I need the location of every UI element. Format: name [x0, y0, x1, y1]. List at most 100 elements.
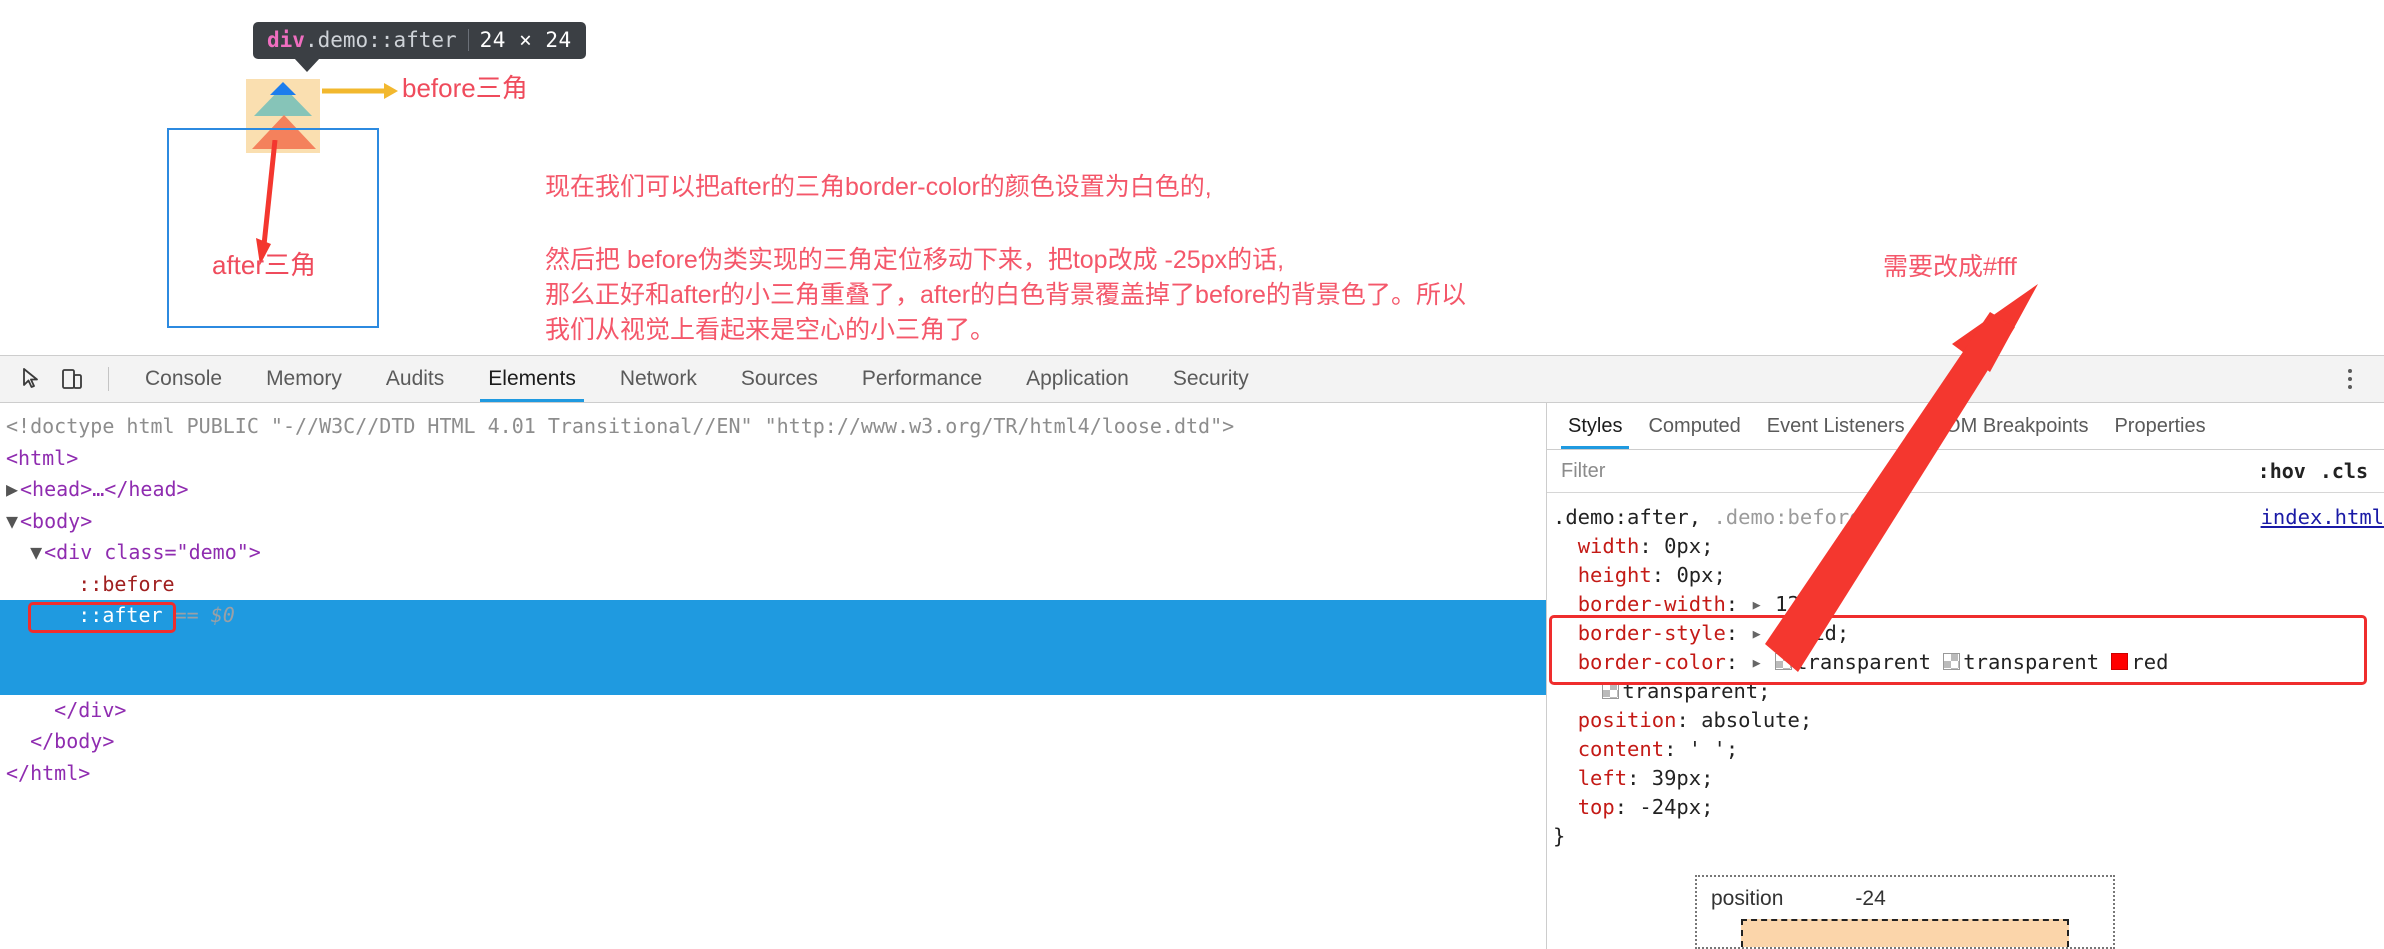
css-decl-content[interactable]: content: ' ';: [1547, 735, 2384, 764]
div-open-tag: <div class="demo">: [44, 540, 261, 564]
inspect-element-icon[interactable]: [14, 361, 50, 397]
val-border-style[interactable]: solid: [1775, 621, 1837, 645]
annotation-note-second: 然后把 before伪类实现的三角定位移动下来，把top改成 -25px的话, …: [545, 243, 1466, 348]
expand-border-color-icon[interactable]: ▸: [1750, 650, 1762, 674]
box-model-position-layer[interactable]: position -24: [1695, 875, 2115, 949]
selector-primary: .demo:after,: [1553, 505, 1702, 529]
tab-performance[interactable]: Performance: [840, 356, 1004, 402]
annotation-line-4: 我们从视觉上看起来是空心的小三角了。: [545, 316, 996, 344]
tab-application[interactable]: Application: [1004, 356, 1151, 402]
prop-left: left: [1577, 766, 1628, 790]
annotation-line-1: 现在我们可以把after的三角border-color的颜色设置为白色的,: [545, 173, 1212, 201]
expand-border-style-icon[interactable]: ▸: [1750, 621, 1762, 645]
tab-computed[interactable]: Computed: [1635, 403, 1753, 449]
css-decl-left[interactable]: left: 39px;: [1547, 764, 2384, 793]
devtools-toolbar: Console Memory Audits Elements Network S…: [0, 356, 2384, 403]
prop-top: top: [1577, 795, 1615, 819]
badge-dimensions: 24 × 24: [479, 27, 572, 52]
tab-event-listeners[interactable]: Event Listeners: [1754, 403, 1918, 449]
dom-line-head[interactable]: ▶<head>…</head>: [0, 474, 1546, 506]
dom-tree-pane[interactable]: <!doctype html PUBLIC "-//W3C//DTD HTML …: [0, 403, 1546, 949]
dom-line-body-open[interactable]: ▼<body>: [0, 506, 1546, 538]
prop-content: content: [1577, 737, 1665, 761]
toggle-cls-button[interactable]: .cls: [2320, 459, 2368, 483]
expand-border-width-icon[interactable]: ▸: [1750, 592, 1762, 616]
div-close-tag: </div>: [54, 697, 127, 722]
css-decl-border-color-cont[interactable]: transparent;: [1547, 677, 2384, 706]
dom-line-body-close[interactable]: </body>: [0, 726, 1546, 758]
css-decl-width[interactable]: width: 0px;: [1547, 532, 2384, 561]
val-border-color-bottom[interactable]: red: [2131, 650, 2168, 674]
css-rule-block: .demo:after, .demo:before { index.html w…: [1547, 493, 2384, 851]
prop-height: height: [1577, 563, 1652, 587]
dom-line-doctype: <!doctype html PUBLIC "-//W3C//DTD HTML …: [0, 411, 1546, 443]
tab-memory[interactable]: Memory: [244, 356, 364, 402]
tab-network[interactable]: Network: [598, 356, 719, 402]
color-swatch-transparent-left[interactable]: [1602, 682, 1620, 699]
device-toolbar-icon[interactable]: [54, 361, 90, 397]
tab-sources[interactable]: Sources: [719, 356, 840, 402]
prop-position: position: [1577, 708, 1677, 732]
val-position[interactable]: absolute: [1701, 708, 1800, 732]
css-selector-line[interactable]: .demo:after, .demo:before {: [1547, 503, 2384, 532]
chevron-right-icon[interactable]: ▶: [6, 474, 20, 506]
after-pseudo-node: ::after: [78, 603, 163, 627]
dom-line-html-close[interactable]: </html>: [0, 758, 1546, 790]
box-model-top-value[interactable]: -24: [1855, 887, 1885, 911]
yellow-arrow-to-before-label: [322, 83, 398, 99]
val-left[interactable]: 39px: [1652, 766, 1701, 790]
css-decl-height[interactable]: height: 0px;: [1547, 561, 2384, 590]
dom-line-html-open[interactable]: <html>: [0, 443, 1546, 475]
dom-line-before[interactable]: ::before: [0, 569, 1546, 601]
tab-audits[interactable]: Audits: [364, 356, 466, 402]
color-swatch-red[interactable]: [2111, 653, 2129, 670]
devtools-panel: Console Memory Audits Elements Network S…: [0, 355, 2384, 949]
css-decl-border-color[interactable]: border-color: ▸ transparent transparent …: [1547, 648, 2384, 677]
dom-line-after-selected[interactable]: ::after == $0: [0, 600, 1546, 695]
stylesheet-source-link[interactable]: index.html: [2261, 503, 2384, 532]
val-border-color-top[interactable]: transparent: [1795, 650, 1931, 674]
val-content[interactable]: ' ': [1689, 737, 1726, 761]
css-decl-border-style[interactable]: border-style: ▸ solid;: [1547, 619, 2384, 648]
box-model-margin-layer[interactable]: [1741, 919, 2069, 947]
prop-width: width: [1577, 534, 1640, 558]
chevron-down-icon-body[interactable]: ▼: [6, 506, 20, 538]
val-border-width[interactable]: 12px: [1775, 592, 1824, 616]
styles-filter-input[interactable]: [1547, 458, 2258, 484]
brace-open: {: [1873, 505, 1887, 529]
styles-filter-bar: :hov .cls: [1547, 450, 2384, 493]
css-decl-top[interactable]: top: -24px;: [1547, 793, 2384, 822]
val-top[interactable]: -24px: [1639, 795, 1701, 819]
badge-divider: [467, 29, 469, 51]
styles-pane: Styles Computed Event Listeners DOM Brea…: [1546, 403, 2384, 949]
css-decl-position[interactable]: position: absolute;: [1547, 706, 2384, 735]
val-height[interactable]: 0px: [1676, 563, 1713, 587]
dom-line-div-close[interactable]: </div>: [0, 695, 1546, 727]
tab-properties[interactable]: Properties: [2101, 403, 2218, 449]
tab-security[interactable]: Security: [1151, 356, 1271, 402]
more-vertical-icon[interactable]: [2330, 359, 2370, 399]
brace-close: }: [1553, 824, 1566, 848]
css-decl-border-width[interactable]: border-width: ▸ 12px;: [1547, 590, 2384, 619]
val-border-color-right[interactable]: transparent: [1963, 650, 2099, 674]
devtools-body: <!doctype html PUBLIC "-//W3C//DTD HTML …: [0, 403, 2384, 949]
val-width[interactable]: 0px: [1664, 534, 1701, 558]
after-triangle-label: after三角: [212, 250, 317, 280]
box-model-position-label: position: [1711, 887, 1784, 910]
box-model-diagram: position -24: [1695, 875, 2115, 949]
toggle-hov-button[interactable]: :hov: [2258, 459, 2306, 483]
prop-border-color: border-color: [1577, 650, 1726, 674]
tab-console[interactable]: Console: [123, 356, 244, 402]
color-swatch-transparent-top[interactable]: [1775, 653, 1793, 670]
chevron-down-icon-div[interactable]: ▼: [30, 537, 44, 569]
tab-dom-breakpoints[interactable]: DOM Breakpoints: [1918, 403, 2102, 449]
styles-state-toggles: :hov .cls: [2258, 459, 2384, 483]
annotation-note-first: 现在我们可以把after的三角border-color的颜色设置为白色的,: [545, 170, 1212, 205]
body-close-tag: </body>: [30, 729, 115, 753]
val-border-color-left[interactable]: transparent: [1622, 679, 1758, 703]
dom-line-div-open[interactable]: ▼<div class="demo">: [0, 537, 1546, 569]
color-swatch-transparent-right[interactable]: [1943, 653, 1961, 670]
tab-styles[interactable]: Styles: [1555, 403, 1635, 449]
before-triangle-blue: [270, 82, 296, 95]
tab-elements[interactable]: Elements: [466, 356, 598, 402]
